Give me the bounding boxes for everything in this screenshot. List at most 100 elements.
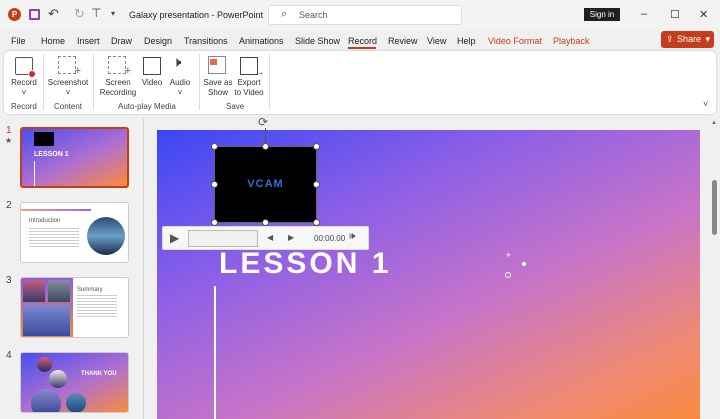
thumb-title: LESSON 1: [34, 151, 69, 158]
divider: [93, 54, 94, 110]
tab-draw[interactable]: Draw: [111, 36, 132, 46]
resize-handle[interactable]: [211, 181, 218, 188]
resize-handle[interactable]: [211, 143, 218, 150]
resize-handle[interactable]: [262, 143, 269, 150]
animation-star-icon: ★: [5, 136, 13, 145]
resize-handle[interactable]: [262, 219, 269, 226]
step-back-icon[interactable]: ◀: [267, 233, 273, 242]
slide-thumbnail-2[interactable]: Introduction: [20, 202, 129, 263]
minimize-icon[interactable]: –: [641, 8, 647, 20]
tab-video-format[interactable]: Video Format: [488, 36, 542, 46]
divider: [43, 54, 44, 110]
record-button[interactable]: Record ˅: [8, 78, 40, 98]
maximize-icon[interactable]: ☐: [670, 8, 680, 21]
screen-recording-label-2: Recording: [99, 88, 137, 97]
resize-handle[interactable]: [313, 143, 320, 150]
resize-handle[interactable]: [313, 181, 320, 188]
tab-review[interactable]: Review: [388, 36, 418, 46]
group-label-record: Record: [11, 102, 37, 111]
tab-home[interactable]: Home: [41, 36, 65, 46]
tab-help[interactable]: Help: [457, 36, 476, 46]
scroll-thumb[interactable]: [712, 180, 717, 235]
resize-handle[interactable]: [313, 219, 320, 226]
sign-in-button[interactable]: Sign in: [584, 8, 620, 21]
tab-slide-show[interactable]: Slide Show: [295, 36, 340, 46]
record-label: Record: [11, 78, 37, 87]
slide-thumbnail-1[interactable]: LESSON 1: [20, 127, 129, 188]
tab-record[interactable]: Record: [348, 36, 377, 46]
divider: [269, 54, 270, 110]
slide-number: 2: [6, 200, 12, 211]
share-icon: ⇪: [666, 34, 674, 44]
slide-number: 4: [6, 350, 12, 361]
save-as-show-icon: [208, 56, 226, 74]
slide-title[interactable]: LESSON 1: [219, 247, 391, 281]
volume-icon[interactable]: 🕪: [349, 231, 355, 242]
sparkle-dot: [522, 262, 526, 266]
rotate-handle-icon[interactable]: ⟳: [258, 115, 268, 129]
export-label-2: to Video: [234, 88, 264, 97]
vertical-line: [214, 286, 216, 419]
slide-number: 3: [6, 275, 12, 286]
audio-icon: 🕨: [172, 54, 182, 71]
present-icon[interactable]: ⊤: [91, 6, 101, 20]
screenshot-icon: +: [58, 56, 81, 77]
video-button[interactable]: Video: [139, 78, 165, 88]
divider: [199, 54, 200, 110]
thumb-title: Introduction: [29, 218, 61, 224]
tab-animations[interactable]: Animations: [239, 36, 284, 46]
chevron-down-icon: ▾: [705, 34, 710, 44]
tab-view[interactable]: View: [427, 36, 446, 46]
customize-qat-icon[interactable]: ▾: [111, 9, 115, 18]
screenshot-button[interactable]: Screenshot ˅: [47, 78, 89, 98]
vertical-scrollbar[interactable]: ▲: [709, 118, 720, 419]
undo-icon[interactable]: ↶: [48, 6, 59, 22]
save-as-show-label-2: Show: [207, 88, 228, 97]
scroll-up-icon[interactable]: ▲: [711, 120, 717, 126]
sparkle-icon: +: [506, 250, 512, 260]
share-button[interactable]: ⇪ Share ▾: [661, 31, 714, 48]
screen-recording-icon: +: [108, 56, 131, 77]
search-input[interactable]: ⌕ Search: [268, 5, 462, 25]
play-icon[interactable]: ▶: [170, 231, 179, 245]
screen-recording-label-1: Screen: [105, 78, 131, 87]
export-video-icon: →: [240, 57, 265, 78]
close-icon[interactable]: ✕: [699, 8, 708, 21]
search-placeholder: Search: [299, 10, 328, 20]
slide-thumbnail-4[interactable]: THANK YOU: [20, 352, 129, 413]
screen-recording-button[interactable]: Screen Recording: [98, 78, 138, 98]
tab-design[interactable]: Design: [144, 36, 172, 46]
collapse-ribbon-icon[interactable]: ˅: [703, 99, 708, 109]
screenshot-label: Screenshot: [47, 78, 89, 87]
redo-icon[interactable]: ↻: [74, 6, 85, 22]
export-to-video-button[interactable]: Export to Video: [233, 78, 265, 98]
group-label-content: Content: [54, 102, 83, 111]
group-label-autoplay: Auto-play Media: [118, 102, 176, 111]
time-display: 00:00.00: [314, 234, 346, 243]
thumb-title: Summary: [77, 287, 103, 293]
step-forward-icon[interactable]: ▶: [288, 233, 294, 242]
video-frame[interactable]: VCAM: [214, 146, 317, 223]
tab-playback[interactable]: Playback: [553, 36, 590, 46]
sparkle-ring: [505, 272, 511, 278]
tab-transitions[interactable]: Transitions: [184, 36, 228, 46]
tab-insert[interactable]: Insert: [77, 36, 100, 46]
menu-tabs: File Home Insert Draw Design Transitions…: [0, 36, 660, 50]
slide-number: 1: [6, 125, 12, 136]
group-label-save: Save: [226, 102, 245, 111]
slide-thumbnail-3[interactable]: Summary: [20, 277, 129, 338]
save-as-show-button[interactable]: Save as Show: [203, 78, 233, 98]
audio-label: Audio: [169, 78, 191, 87]
share-label: Share: [677, 34, 702, 44]
audio-button[interactable]: Audio ˅: [166, 78, 194, 98]
seek-bar[interactable]: [188, 230, 258, 247]
record-icon: [15, 57, 36, 78]
document-title: Galaxy presentation - PowerPoint: [129, 10, 264, 20]
save-as-show-label-1: Save as: [203, 78, 233, 87]
video-icon: [143, 57, 161, 75]
save-icon[interactable]: [29, 9, 40, 20]
panel-divider: [143, 118, 144, 419]
tab-file[interactable]: File: [11, 36, 26, 46]
powerpoint-logo-icon: P: [8, 8, 21, 21]
resize-handle[interactable]: [211, 219, 218, 226]
